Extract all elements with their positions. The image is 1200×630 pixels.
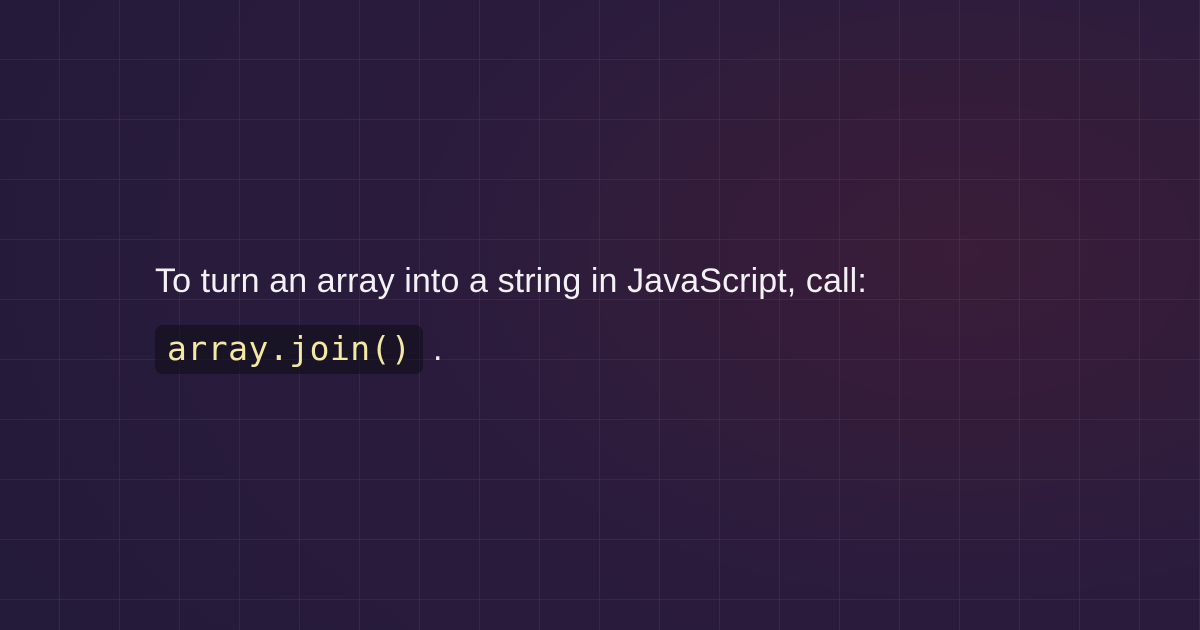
sentence-part-1: To turn an array into a string in JavaSc… [155, 262, 867, 300]
card-canvas: To turn an array into a string in JavaSc… [0, 0, 1200, 630]
content-area: To turn an array into a string in JavaSc… [0, 0, 1200, 630]
code-snippet: array.join() [155, 325, 423, 374]
sentence-part-2: . [433, 330, 443, 368]
description-text: To turn an array into a string in JavaSc… [155, 247, 1045, 383]
